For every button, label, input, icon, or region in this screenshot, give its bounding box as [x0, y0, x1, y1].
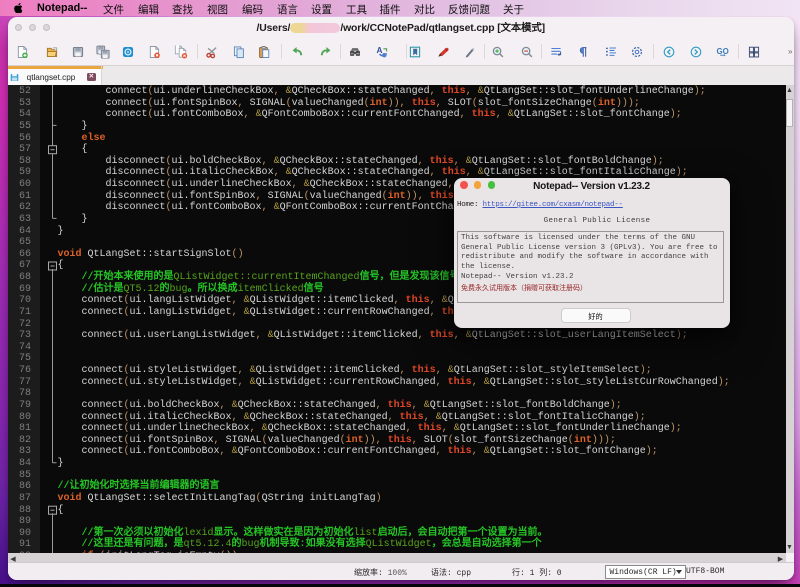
- svg-text:GO: GO: [716, 47, 728, 56]
- svg-text:A: A: [376, 46, 382, 55]
